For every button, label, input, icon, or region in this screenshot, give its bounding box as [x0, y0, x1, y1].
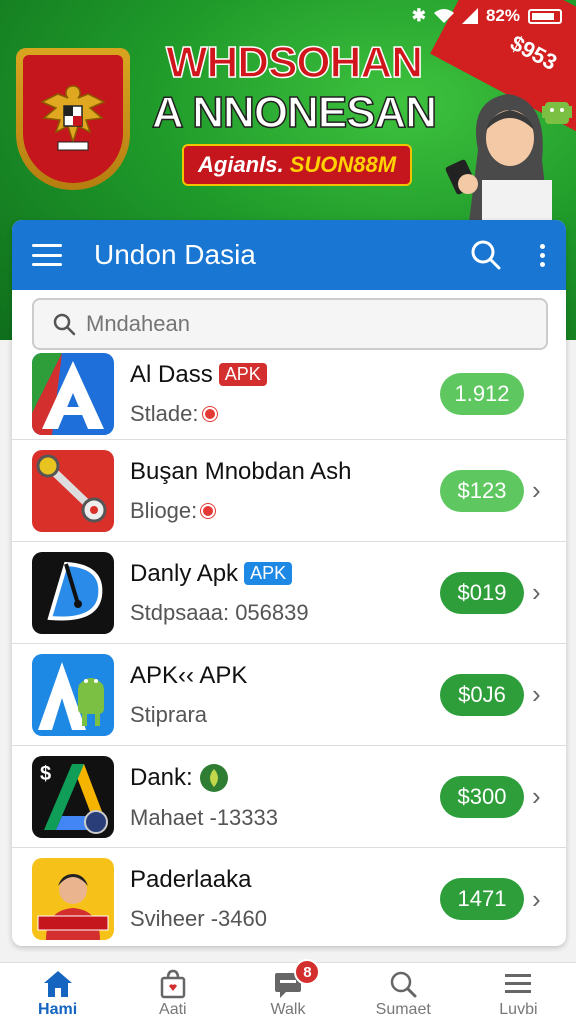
nav-label: Walk — [270, 1000, 306, 1018]
price-button[interactable]: $019 — [440, 571, 524, 614]
status-bar: ✱ 82% — [412, 6, 562, 26]
banner-headline: WHDSOHAN A NNONESAN — [144, 37, 444, 138]
app-title: Dank: — [130, 763, 193, 791]
nav-label: Aati — [159, 1000, 187, 1018]
app-subtitle: Stiprara — [130, 701, 208, 727]
banner-subtitle: Agianls. SUON88M — [182, 144, 413, 186]
price-button[interactable]: $300 — [440, 775, 524, 818]
portrait-icon — [32, 858, 114, 940]
app-title: APK‹‹ APK — [130, 661, 248, 689]
nav-aati[interactable]: Aati — [115, 963, 230, 1024]
app-subtitle: Stdpsaaa: 056839 — [130, 599, 309, 625]
list-item[interactable]: APK‹‹ APK Stiprara $0J6 › — [12, 644, 566, 746]
nav-walk[interactable]: 8 Walk — [230, 959, 345, 1024]
bluetooth-icon: ✱ — [411, 6, 426, 25]
price-button[interactable]: $0J6 — [440, 673, 524, 716]
chevron-right-icon[interactable]: › — [532, 577, 552, 608]
app-bar: Undon Dasia — [12, 220, 566, 290]
bag-icon — [160, 969, 186, 998]
app-subtitle: Mahaet -13333 — [130, 804, 278, 830]
emblem-shield — [16, 48, 130, 190]
search-icon — [390, 971, 417, 997]
status-dot-icon — [202, 406, 217, 421]
chevron-right-icon[interactable]: › — [532, 679, 552, 710]
price-button[interactable]: 1.912 — [440, 372, 524, 415]
battery-percent: 82% — [485, 6, 520, 25]
bottom-navigation: Hami Aati 8 Walk Sumaet Luvbi — [0, 959, 576, 1024]
search-field-icon — [53, 313, 76, 336]
apk-badge: APK — [244, 562, 293, 585]
app-title: Danly Apk — [130, 559, 239, 587]
chevron-right-icon[interactable]: › — [532, 884, 552, 915]
app-subtitle: Sviheer -3460 — [130, 906, 267, 931]
status-dot-icon — [201, 503, 216, 518]
list-item[interactable]: Buşan Mnobdan Ash Blioge: $123 › — [12, 440, 566, 542]
notification-badge: 8 — [294, 959, 321, 985]
signal-icon — [461, 8, 478, 24]
list-item[interactable]: $ Dank: Mahaet -13333 $300 › — [12, 746, 566, 848]
more-options-icon[interactable] — [540, 243, 546, 267]
headline-line1: WHDSOHAN — [165, 37, 423, 88]
nav-label: Hami — [38, 1000, 78, 1018]
subtitle-part1: Agianls. — [198, 152, 284, 177]
search-bar[interactable] — [32, 298, 548, 350]
list-item[interactable]: Danly Apk APK Stdpsaaa: 056839 $019 › — [12, 542, 566, 644]
search-icon[interactable] — [470, 239, 502, 271]
search-input[interactable] — [86, 311, 506, 337]
nav-luvbi[interactable]: Luvbi — [461, 963, 576, 1024]
wrench-icon — [32, 449, 114, 532]
app-title: Al Dass — [130, 360, 213, 388]
home-icon — [43, 970, 72, 997]
d-logo-icon — [32, 551, 114, 634]
battery-icon — [528, 8, 562, 24]
list-item[interactable]: Paderlaaka Sviheer -3460 1471 › — [12, 848, 566, 946]
nav-label: Sumaet — [375, 1000, 431, 1018]
hamburger-menu-icon[interactable] — [32, 244, 62, 266]
app-list-card: Undon Dasia Al D — [12, 220, 566, 946]
garuda-emblem-icon — [40, 85, 106, 151]
app-list: Al Dass APK Stlade: 1.912 Buşan Mnobdan A… — [12, 348, 566, 946]
android-a-icon — [32, 653, 114, 736]
price-button[interactable]: 1471 — [440, 878, 524, 920]
list-item[interactable]: Al Dass APK Stlade: 1.912 — [12, 348, 566, 440]
chevron-right-icon[interactable]: › — [532, 475, 552, 506]
nav-sumaet[interactable]: Sumaet — [346, 963, 461, 1024]
app-bar-title: Undon Dasia — [94, 239, 256, 270]
chevron-right-icon[interactable]: › — [532, 781, 552, 812]
a-letter-icon — [32, 352, 114, 435]
drive-a-icon: $ — [32, 755, 114, 838]
android-robot-icon — [542, 102, 572, 124]
svg-text:$: $ — [40, 763, 51, 785]
app-subtitle: Blioge: — [130, 497, 198, 523]
menu-icon — [505, 973, 532, 993]
wifi-icon — [433, 9, 454, 23]
subtitle-part2: SUON88M — [289, 152, 397, 177]
headline-line2: A NNONESAN — [151, 87, 438, 138]
app-title: Paderlaaka — [130, 866, 252, 893]
app-subtitle: Stlade: — [130, 400, 199, 426]
nav-home[interactable]: Hami — [0, 963, 115, 1024]
apk-badge: APK — [218, 363, 267, 386]
price-button[interactable]: $123 — [440, 469, 524, 512]
app-title: Buşan Mnobdan Ash — [130, 457, 352, 485]
nav-label: Luvbi — [499, 1000, 538, 1018]
leaf-badge-icon — [199, 763, 228, 792]
